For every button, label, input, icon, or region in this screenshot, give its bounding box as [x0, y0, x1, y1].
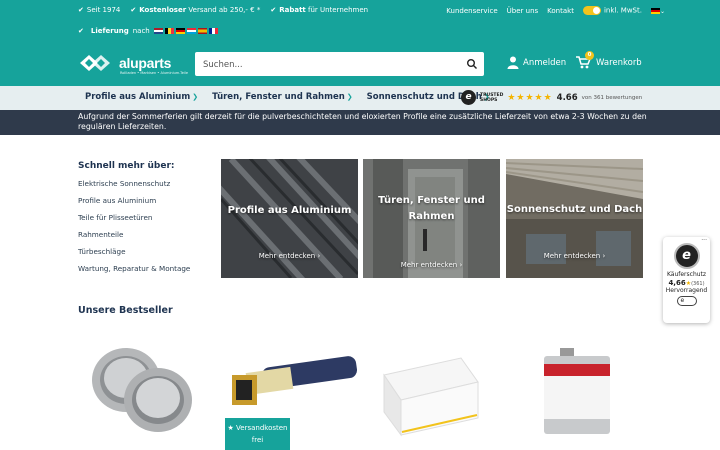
flag-fr-icon: [208, 28, 218, 34]
discover-more-link[interactable]: Mehr entdecken ›: [363, 261, 500, 269]
product-card[interactable]: [366, 340, 506, 450]
category-card-profile[interactable]: Profile aus Aluminium Mehr entdecken ›: [221, 159, 358, 278]
sun-protection-image: [506, 159, 643, 278]
logo-mark-icon: [80, 55, 110, 71]
cleaner-can-image: [544, 348, 610, 434]
bestseller-heading: Unsere Bestseller: [78, 305, 173, 316]
chevron-down-icon: ⌄: [659, 7, 665, 15]
country-flags: [153, 28, 218, 34]
flag-nl-icon: [153, 28, 163, 34]
toggle-switch[interactable]: [582, 6, 601, 15]
sidebar-title: Schnell mehr über:: [78, 161, 175, 171]
flag-es-icon: [197, 28, 207, 34]
check-icon: ✔: [130, 6, 137, 14]
trusted-shops-seal-icon: e: [673, 243, 700, 269]
main-nav: Profile aus Aluminium ❯ Türen, Fenster un…: [0, 86, 720, 110]
flag-be-icon: [164, 28, 174, 34]
cart-count-badge: 0: [585, 51, 594, 60]
widget-verdict: Hervorragend: [665, 287, 708, 294]
check-icon: ✔: [78, 27, 84, 35]
site-header: aluparts Rollladen • Markisen • Aluminiu…: [0, 40, 720, 86]
widget-toggle-icon[interactable]: e: [676, 296, 697, 306]
search-input[interactable]: [195, 53, 445, 77]
usp-shipping: ✔ Kostenloser Versand ab 250,- € *: [130, 6, 261, 14]
site-logo[interactable]: aluparts Rollladen • Markisen • Aluminiu…: [80, 54, 188, 75]
sidebar-link[interactable]: Teile für Plisseetüren: [78, 213, 190, 230]
cart-icon-wrap: 0: [576, 51, 594, 69]
search-icon[interactable]: [466, 58, 478, 70]
login-button[interactable]: Anmelden: [507, 56, 566, 69]
link-kundenservice[interactable]: Kundenservice: [446, 7, 497, 15]
widget-rating: 4,66★(361): [668, 279, 705, 287]
vat-toggle[interactable]: inkl. MwSt.: [582, 6, 642, 15]
cart-button[interactable]: 0 Warenkorb: [576, 51, 642, 69]
smart-hub-image: [383, 357, 479, 437]
star-icon: ★: [227, 424, 234, 432]
chevron-right-icon: ›: [602, 252, 606, 260]
trusted-shops-logo-icon: e: [461, 90, 476, 105]
user-icon: [507, 56, 519, 69]
search-box: [195, 52, 484, 77]
flag-de-icon: [175, 28, 185, 34]
card-title: Sonnenschutz und Dach: [506, 204, 643, 215]
chevron-down-icon: ❯: [346, 93, 353, 101]
chevron-right-icon: ›: [459, 261, 463, 269]
handle-rings-image: [92, 348, 192, 432]
usp-delivery: ✔ Lieferung nach: [78, 27, 218, 35]
trusted-shops-rating[interactable]: e TRUSTED SHOPS ★★★★★ 4.66 von 361 bewert…: [461, 90, 642, 105]
category-card-tueren[interactable]: Türen, Fenster und Rahmen Mehr entdecken…: [363, 159, 500, 278]
card-title: Profile aus Aluminium: [227, 205, 352, 216]
sidebar-link[interactable]: Elektrische Sonnenschutz: [78, 179, 190, 196]
discover-more-link[interactable]: Mehr entdecken ›: [506, 252, 643, 260]
link-ueber-uns[interactable]: Über uns: [507, 7, 539, 15]
check-icon: ✔: [270, 6, 277, 14]
trusted-shops-widget[interactable]: ··· e Käuferschutz 4,66★(361) Hervorrage…: [663, 237, 710, 323]
flag-de-icon: [650, 7, 660, 14]
notice-banner: Aufgrund der Sommerferien gilt derzeit f…: [0, 110, 720, 135]
quick-links-sidebar: Schnell mehr über: Elektrische Sonnensch…: [78, 161, 190, 281]
chevron-down-icon: ❯: [192, 93, 199, 101]
product-card[interactable]: [510, 340, 650, 450]
nav-profile-aluminium[interactable]: Profile aus Aluminium ❯: [85, 92, 198, 102]
link-kontakt[interactable]: Kontakt: [547, 7, 574, 15]
star-rating-icon: ★★★★★: [507, 92, 553, 103]
sidebar-link[interactable]: Rahmenteile: [78, 230, 190, 247]
review-count: von 361 bewertungen: [581, 94, 643, 101]
flag-lu-icon: [186, 28, 196, 34]
usp-since: ✔ Seit 1974: [78, 6, 121, 14]
top-info-bar: ✔ Seit 1974 ✔ Kostenloser Versand ab 250,-…: [0, 0, 720, 40]
free-shipping-badge: ★ Versandkosten frei: [225, 418, 290, 450]
buyer-protection-label: Käuferschutz: [666, 271, 707, 278]
sidebar-link[interactable]: Profile aus Aluminium: [78, 196, 190, 213]
chevron-right-icon: ›: [317, 252, 321, 260]
sidebar-link[interactable]: Türbeschläge: [78, 247, 190, 264]
discover-more-link[interactable]: Mehr entdecken ›: [221, 252, 358, 260]
rating-value: 4.66: [556, 92, 578, 103]
nav-tueren-fenster[interactable]: Türen, Fenster und Rahmen ❯: [212, 92, 353, 102]
category-card-sonnenschutz[interactable]: Sonnenschutz und Dach Mehr entdecken ›: [506, 159, 643, 278]
usp-discount: ✔ Rabatt für Unternehmen: [270, 6, 369, 14]
card-title: Türen, Fenster und Rahmen: [378, 195, 485, 222]
sidebar-link[interactable]: Wartung, Reparatur & Montage: [78, 264, 190, 281]
check-icon: ✔: [78, 6, 84, 14]
language-select[interactable]: ⌄: [650, 7, 665, 15]
product-card[interactable]: [78, 340, 218, 450]
more-icon[interactable]: ···: [701, 237, 707, 244]
